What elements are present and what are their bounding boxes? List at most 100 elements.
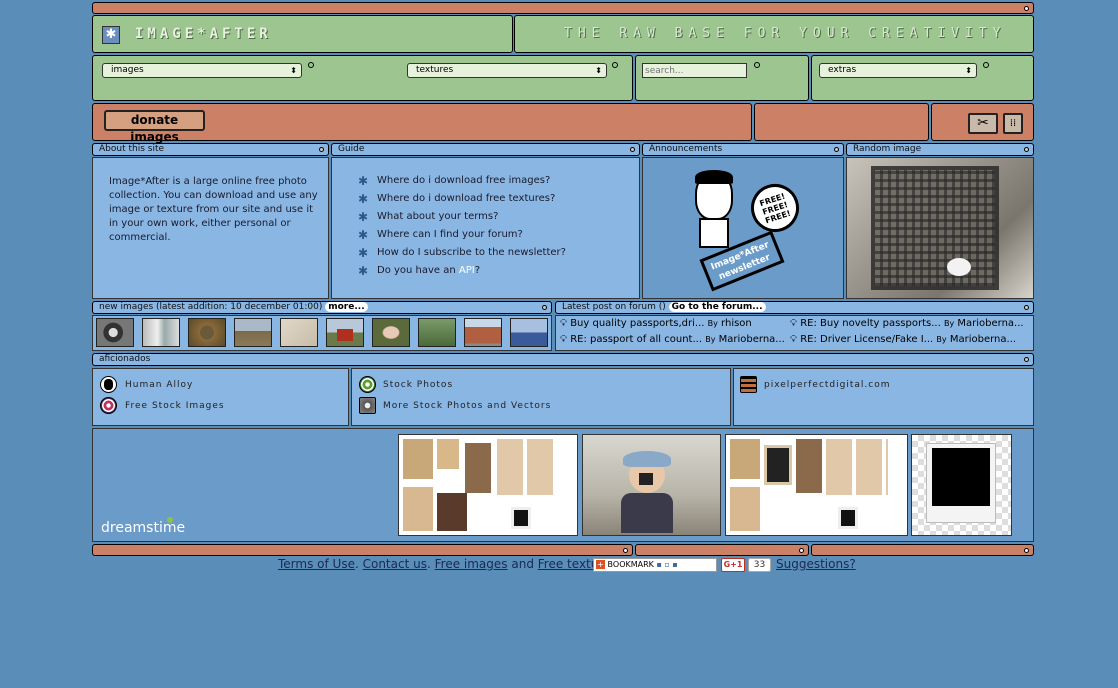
bulb-icon: 💡︎ [560, 334, 567, 345]
film-icon[interactable]: ⁞⁞ [1003, 113, 1023, 134]
images-help-icon[interactable] [308, 62, 314, 68]
bottom-bar-right [811, 544, 1034, 556]
forum-post[interactable]: 💡︎ RE: Driver License/Fake I... By Mario… [790, 334, 1016, 345]
bottom-bar-mid [635, 544, 809, 556]
new-image-thumb[interactable] [188, 318, 226, 347]
bulb-icon: 💡︎ [790, 334, 797, 345]
terms-link[interactable]: Terms of Use [278, 557, 355, 571]
ad-paper-piece [796, 439, 822, 493]
suggestions-link-wrap: Suggestions? [776, 557, 856, 571]
human-alloy-link[interactable]: Human Alloy [125, 380, 193, 390]
star-icon: ✱ [358, 174, 369, 188]
ad-image-polaroid[interactable] [911, 434, 1012, 536]
donate-button[interactable]: donate images [104, 110, 205, 144]
ad-image-photographer[interactable] [582, 434, 721, 536]
bookmark-button[interactable]: + BOOKMARK ▪ ▫ ▪ [593, 558, 717, 572]
free-images-link[interactable]: Free images [435, 557, 508, 571]
nav-panel-left: images ⬍ textures ⬍ [92, 55, 633, 101]
orange-spacer-panel [754, 103, 929, 141]
guide-item[interactable]: ✱ What about your terms? [353, 208, 633, 226]
logo-text[interactable]: IMAGE*AFTER [135, 26, 272, 42]
ad-paper-piece [403, 487, 433, 531]
guide-list: ✱ Where do i download free images? ✱ Where… [353, 172, 633, 280]
ad-polaroid-photo [932, 448, 990, 506]
new-image-thumb[interactable] [510, 318, 548, 347]
more-stock-photos-icon [359, 397, 376, 414]
forum-post[interactable]: 💡︎ Buy quality passports,dri... By rhiso… [560, 318, 752, 329]
tagline: THE RAW BASE FOR YOUR CREATIVITY [564, 26, 1007, 41]
newsletter-mascot-image[interactable]: FREE! FREE! FREE! Image*After newsletter [689, 166, 807, 294]
free-stock-images-link[interactable]: Free Stock Images [125, 401, 225, 411]
go-to-forum-link[interactable]: Go to the forum... [668, 302, 766, 312]
nav-panel-search [635, 55, 809, 101]
textures-select[interactable]: textures ⬍ [407, 63, 607, 78]
aficionados-col-2 [351, 368, 731, 426]
about-panel: Image*After is a large online free photo… [92, 157, 329, 299]
guide-item[interactable]: ✱ Where can I find your forum? [353, 226, 633, 244]
stock-photos-icon [359, 376, 376, 393]
scissors-icon[interactable]: ✂ [968, 113, 998, 134]
contact-link[interactable]: Contact us [363, 557, 427, 571]
more-images-link[interactable]: more... [325, 302, 368, 312]
guide-item-api[interactable]: ✱ Do you have an API? [353, 262, 633, 280]
ad-paper-piece [730, 487, 760, 531]
mascot-hair [695, 170, 733, 184]
new-image-thumb[interactable] [142, 318, 180, 347]
ad-paper-piece [497, 439, 557, 495]
star-icon: ✱ [358, 210, 369, 224]
textures-help-icon[interactable] [612, 62, 618, 68]
dreamstime-dot-icon [167, 517, 173, 523]
footer-and: and [511, 557, 534, 571]
ad-paper-piece [764, 445, 792, 485]
ad-image-vintage-paper[interactable] [398, 434, 578, 536]
extras-help-icon[interactable] [983, 62, 989, 68]
images-select[interactable]: images ⬍ [102, 63, 302, 78]
ad-paper-piece [511, 507, 531, 529]
forum-post[interactable]: 💡︎ RE: passport of all count... By Mario… [560, 334, 785, 345]
search-go-icon[interactable] [754, 62, 760, 68]
new-image-thumb[interactable] [280, 318, 318, 347]
human-alloy-icon [100, 376, 117, 393]
guide-item[interactable]: ✱ Where do i download free textures? [353, 190, 633, 208]
bottom-bar-dot [799, 548, 804, 553]
footer-sep: . [354, 557, 359, 571]
ad-image-vintage-paper-2[interactable] [725, 434, 908, 536]
ad-paper-piece [838, 507, 858, 529]
gplus-button[interactable]: G+1 [721, 558, 745, 572]
top-bar-dot [1024, 6, 1029, 11]
extras-select[interactable]: extras ⬍ [819, 63, 977, 78]
footer-links: Terms of Use. Contact us. Free images an… [278, 557, 617, 571]
guide-panel: ✱ Where do i download free images? ✱ Where… [331, 157, 640, 299]
pixelperfect-icon [740, 376, 757, 393]
new-image-thumb[interactable] [326, 318, 364, 347]
about-header: About this site [92, 143, 329, 156]
dreamstime-logo[interactable]: dreamstime [101, 517, 185, 536]
pixelperfect-link[interactable]: pixelperfectdigital.com [764, 380, 891, 390]
about-text: Image*After is a large online free photo… [109, 176, 318, 243]
ad-paper-piece [465, 443, 491, 493]
mascot-body [699, 218, 729, 248]
random-image[interactable] [846, 157, 1034, 299]
star-icon: ✱ [358, 264, 369, 278]
api-link[interactable]: API [459, 265, 475, 276]
new-image-thumb[interactable] [372, 318, 410, 347]
tools-panel: ✂ ⁞⁞ [931, 103, 1034, 141]
guide-item[interactable]: ✱ Where do i download free images? [353, 172, 633, 190]
guide-item[interactable]: ✱ How do I subscribe to the newsletter? [353, 244, 633, 262]
more-stock-photos-link[interactable]: More Stock Photos and Vectors [383, 401, 551, 411]
new-image-thumb[interactable] [464, 318, 502, 347]
star-icon: ✱ [358, 246, 369, 260]
aficionados-col-3 [733, 368, 1034, 426]
select-arrow-icon: ⬍ [595, 66, 602, 75]
search-input[interactable] [642, 63, 747, 78]
new-image-thumb[interactable] [418, 318, 456, 347]
logo-star-icon: ✱ [102, 26, 120, 44]
select-arrow-icon: ⬍ [290, 66, 297, 75]
ad-paper-piece [826, 439, 888, 495]
stock-photos-link[interactable]: Stock Photos [383, 380, 453, 390]
ad-paper-piece [730, 439, 760, 479]
forum-post[interactable]: 💡︎ RE: Buy novelty passports... By Mario… [790, 318, 1024, 329]
new-image-thumb[interactable] [96, 318, 134, 347]
suggestions-link[interactable]: Suggestions? [776, 557, 856, 571]
new-image-thumb[interactable] [234, 318, 272, 347]
